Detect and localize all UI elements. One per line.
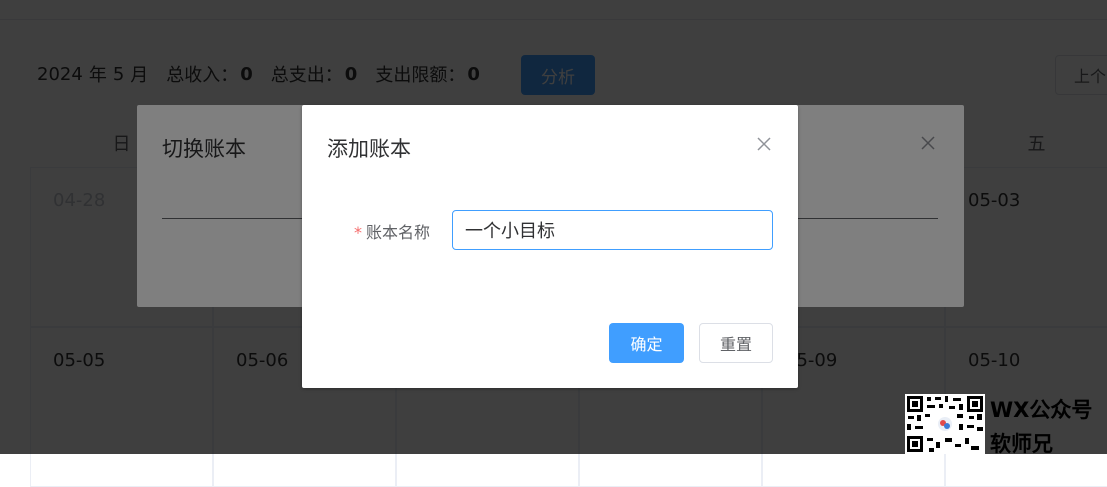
confirm-button[interactable]: 确定 xyxy=(609,323,684,363)
reset-button[interactable]: 重置 xyxy=(699,323,773,363)
ledger-name-label-text: 账本名称 xyxy=(366,223,431,242)
ledger-name-input[interactable] xyxy=(452,210,773,250)
add-dialog-title: 添加账本 xyxy=(327,137,411,161)
add-ledger-dialog: 添加账本 *账本名称 确定 重置 xyxy=(302,105,798,388)
qr-code-icon xyxy=(905,394,985,454)
close-icon[interactable] xyxy=(756,136,772,152)
required-mark: * xyxy=(354,223,362,242)
ledger-name-label: * 账本名称 xyxy=(354,219,430,243)
watermark-line1: WX公众号 xyxy=(990,398,1093,422)
watermark: WX公众号 软师兄 xyxy=(905,392,1107,456)
